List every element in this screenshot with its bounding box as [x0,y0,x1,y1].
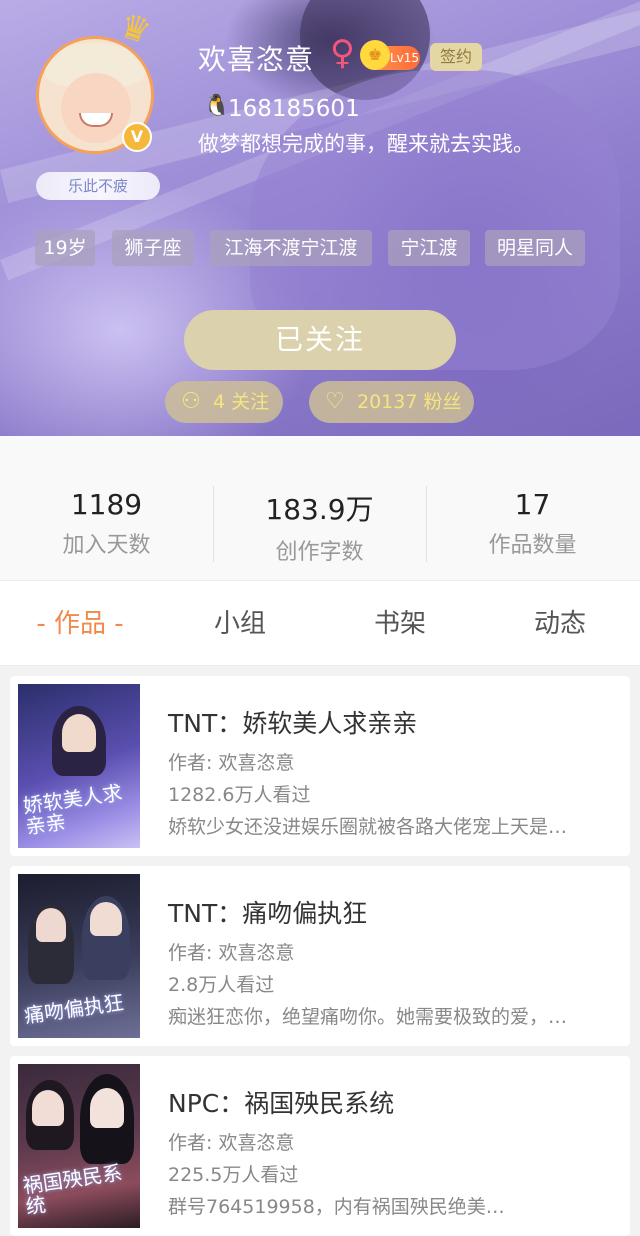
profile-tag[interactable]: 宁江渡 [388,230,470,266]
tab-bookshelf[interactable]: 书架 [320,581,480,667]
crown-icon: ♛ [114,5,156,53]
stat-join-days: 1189 加入天数 [0,488,213,559]
female-icon: ♀ [330,33,355,73]
heart-icon: ♡ [325,389,345,414]
book-author: 作者: 欢喜恣意 [168,942,295,964]
fans-pill[interactable]: ♡ 20137 粉丝 [309,381,474,423]
book-list: 娇软美人求亲亲 TNT：娇软美人求亲亲 作者: 欢喜恣意 1282.6万人看过 … [0,666,640,1236]
stat-value: 17 [514,488,551,521]
book-author: 作者: 欢喜恣意 [168,752,295,774]
stat-value: 1189 [70,488,143,521]
book-card[interactable]: 娇软美人求亲亲 TNT：娇软美人求亲亲 作者: 欢喜恣意 1282.6万人看过 … [10,676,630,856]
profile-tag[interactable]: 明星同人 [485,230,585,266]
stats-bar: 1189 加入天数 183.9万 创作字数 17 作品数量 [0,436,640,580]
book-description: 群号764519958，内有祸国殃民绝美… [168,1196,505,1218]
penguin-icon: 🐧 [203,94,231,119]
book-views: 225.5万人看过 [168,1164,299,1186]
stat-works-count: 17 作品数量 [426,488,639,559]
medal-badge[interactable]: 乐此不疲 [36,172,160,200]
add-user-icon: ⚇ [181,389,201,414]
following-pill[interactable]: ⚇ 4 关注 [165,381,283,423]
avatar-face [61,73,131,143]
profile-tag[interactable]: 江海不渡宁江渡 [210,230,372,266]
book-card[interactable]: 祸国殃民系统 NPC：祸国殃民系统 作者: 欢喜恣意 225.5万人看过 群号7… [10,1056,630,1236]
cover-title: 祸国殃民系统 [21,1160,124,1219]
profile-tag[interactable]: 狮子座 [112,230,194,266]
profile-bio: 做梦都想完成的事，醒来就去实践。 [198,132,534,156]
cover-figure [90,1088,124,1128]
tab-bar: - 作品 - 小组 书架 动态 [0,580,640,666]
stat-label: 创作字数 [275,540,364,565]
tab-groups[interactable]: 小组 [160,581,320,667]
qq-number: 168185601 [228,96,360,122]
sign-badge[interactable]: 签约 [430,43,482,71]
book-cover[interactable]: 痛吻偏执狂 [18,874,140,1038]
profile-tag[interactable]: 19岁 [35,230,95,266]
book-author: 作者: 欢喜恣意 [168,1132,295,1154]
stat-label: 加入天数 [62,533,151,558]
fans-label: 20137 粉丝 [357,391,462,413]
cover-title: 娇软美人求亲亲 [21,780,124,839]
verified-icon: V [122,122,152,152]
username: 欢喜恣意 [198,43,315,76]
book-title[interactable]: NPC：祸国殃民系统 [168,1084,394,1120]
tab-activity[interactable]: 动态 [480,581,640,667]
cover-figure [62,714,96,752]
profile-header: ♛ V 乐此不疲 欢喜恣意 ♀ Lv15 ♚ 签约 🐧 168185601 做梦… [0,0,640,436]
stat-value: 183.9万 [265,493,374,526]
book-description: 娇软少女还没进娱乐圈就被各路大佬宠上天是… [168,816,568,838]
tab-works[interactable]: - 作品 - [0,581,160,667]
level-crown-icon: ♚ [360,40,390,70]
book-cover[interactable]: 祸国殃民系统 [18,1064,140,1228]
stat-label: 作品数量 [488,533,577,558]
cover-title: 痛吻偏执狂 [22,990,126,1028]
book-card[interactable]: 痛吻偏执狂 TNT：痛吻偏执狂 作者: 欢喜恣意 2.8万人看过 痴迷狂恋你，绝… [10,866,630,1046]
book-description: 痴迷狂恋你，绝望痛吻你。她需要极致的爱，… [168,1006,568,1028]
book-title[interactable]: TNT：痛吻偏执狂 [168,894,367,930]
book-views: 2.8万人看过 [168,974,275,996]
following-label: 4 关注 [213,391,270,413]
book-views: 1282.6万人看过 [168,784,311,806]
book-cover[interactable]: 娇软美人求亲亲 [18,684,140,848]
cover-figure [36,908,66,942]
follow-button[interactable]: 已关注 [184,310,456,370]
book-title[interactable]: TNT：娇软美人求亲亲 [168,704,417,740]
stat-word-count: 183.9万 创作字数 [213,488,426,566]
cover-figure [32,1090,64,1126]
cover-figure [90,902,122,936]
